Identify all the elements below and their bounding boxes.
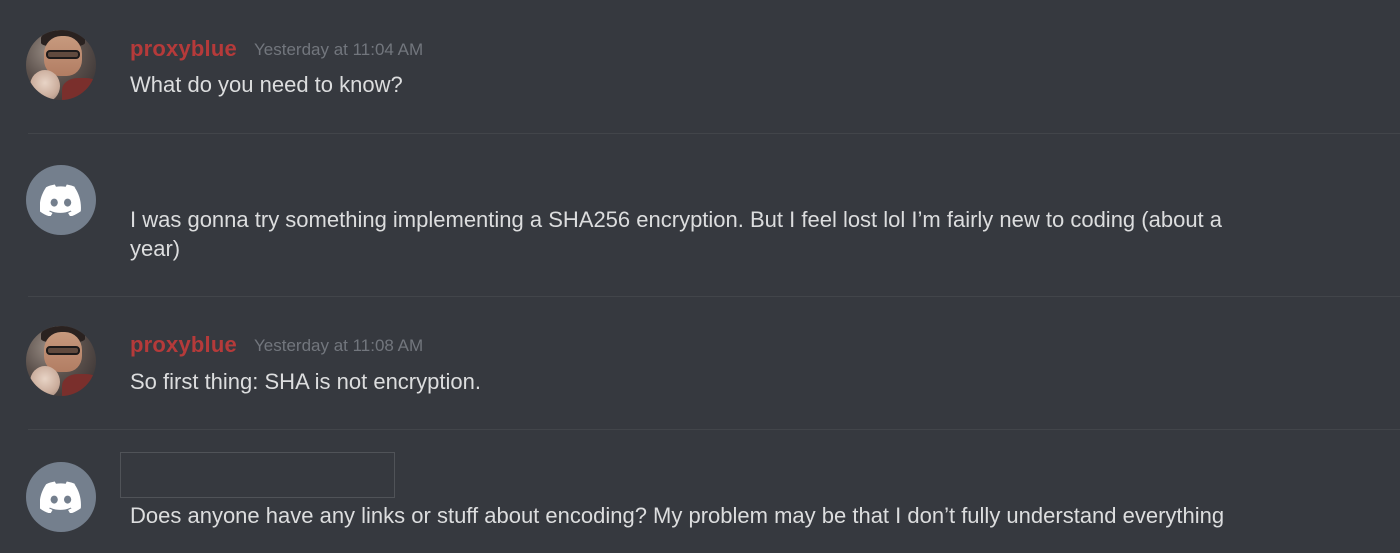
message-timestamp: Yesterday at 11:04 AM [254, 40, 424, 59]
user-avatar[interactable] [26, 30, 96, 100]
user-avatar[interactable] [26, 326, 96, 396]
discord-avatar[interactable] [26, 462, 96, 532]
message-text: What do you need to know? [130, 72, 403, 97]
chat-message: proxyblue Yesterday at 11:04 AM What do … [0, 0, 1400, 133]
chat-message: proxyblue Yesterday at 11:08 AM So first… [0, 297, 1400, 429]
message-text: Does anyone have any links or stuff abou… [130, 503, 1225, 528]
discord-logo-icon [40, 481, 81, 513]
message-text: So first thing: SHA is not encryption. [130, 369, 481, 394]
message-text: year) [130, 236, 181, 261]
chat-message: Does anyone have any links or stuff abou… [0, 430, 1400, 553]
message-author[interactable]: proxyblue [130, 332, 237, 358]
discord-avatar[interactable] [26, 165, 96, 235]
message-text: I was gonna try something implementing a… [130, 207, 1223, 232]
chat-message: I was gonna try something implementing a… [0, 134, 1400, 296]
message-author[interactable]: proxyblue [130, 36, 237, 62]
message-timestamp: Yesterday at 11:08 AM [254, 336, 424, 355]
discord-logo-icon [40, 184, 81, 216]
